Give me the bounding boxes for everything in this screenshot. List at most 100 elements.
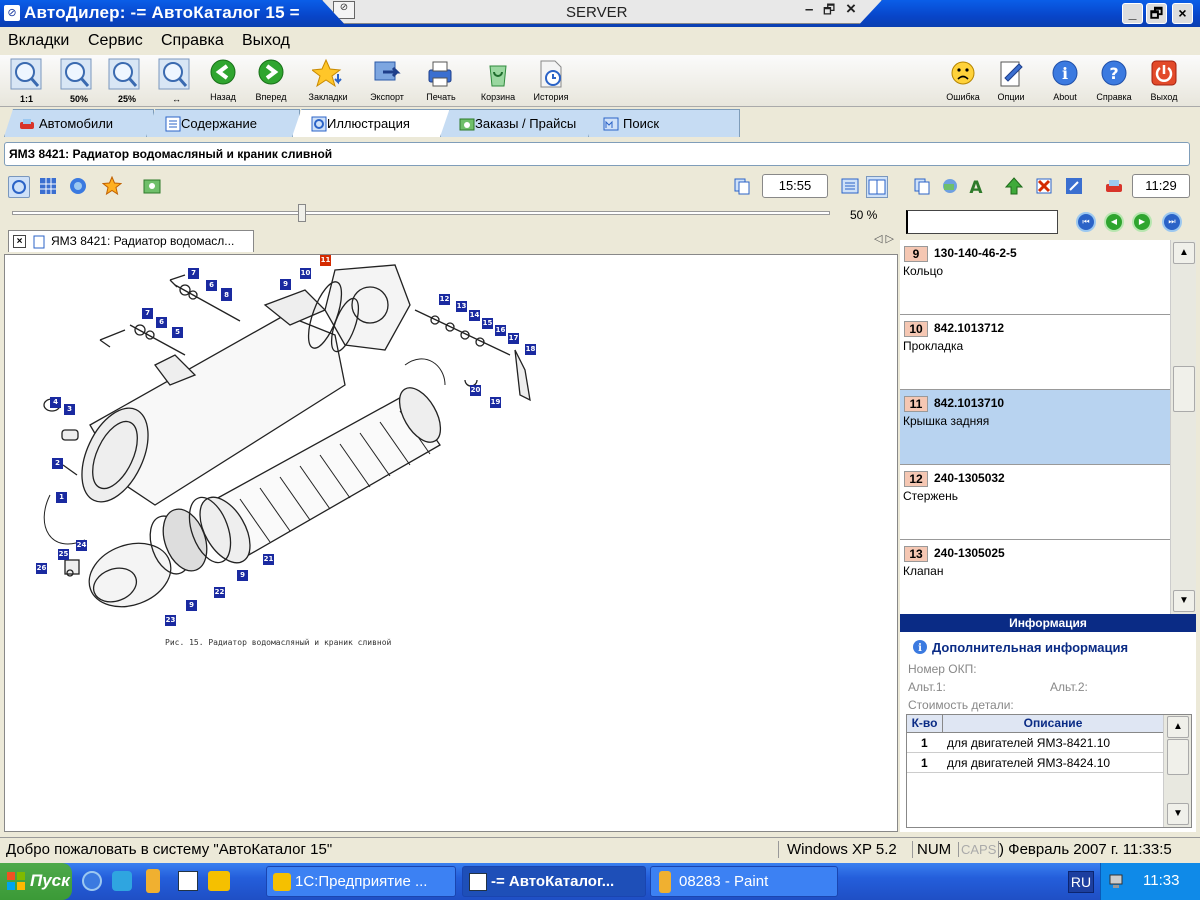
callout-11[interactable]: 11 [320,255,331,266]
callout-5a[interactable]: 5 [172,327,183,338]
prev-record-button[interactable]: ◀ [1104,212,1124,232]
callout-20[interactable]: 20 [470,385,481,396]
language-indicator[interactable]: RU [1068,871,1094,893]
quicklaunch-1c-icon[interactable] [208,871,230,891]
edit-part-button[interactable] [1064,176,1086,198]
tab-illustration[interactable]: Иллюстрация [292,109,450,137]
parts-list-scrollbar[interactable]: ▲ ▼ [1170,240,1196,614]
task-1c[interactable]: 1С:Предприятие ... [266,866,456,897]
view-mode-button[interactable] [8,176,30,198]
callout-13[interactable]: 13 [456,301,467,312]
callout-2[interactable]: 2 [52,458,63,469]
task-autocatalog[interactable]: -= АвтоКаталог... [462,866,646,897]
callout-7a[interactable]: 7 [142,308,153,319]
table-scrollbar[interactable]: ▲ ▼ [1163,715,1191,827]
doc-tab-scroll-arrows[interactable]: ◁ ▷ [874,232,894,245]
table-row[interactable]: 1 для двигателей ЯМЗ-8424.10 [907,753,1163,773]
menu-tabs[interactable]: Вкладки [8,32,69,50]
table-scroll-down-button[interactable]: ▼ [1167,803,1189,825]
zoom-fit-width-button[interactable]: ↔ [154,58,194,104]
list-item[interactable]: 12 240-1305032 Стержень [900,465,1170,540]
tab-search[interactable]: Поиск [588,109,740,137]
restore-button[interactable]: 🗗 [1146,3,1167,24]
callout-16[interactable]: 16 [495,325,506,336]
callout-9c[interactable]: 9 [186,600,197,611]
callout-23[interactable]: 23 [165,615,176,626]
options-button[interactable]: Опции [990,58,1032,104]
first-record-button[interactable]: ⏮ [1076,212,1096,232]
menu-service[interactable]: Сервис [88,32,143,50]
last-record-button[interactable]: ⏭ [1162,212,1182,232]
list-item[interactable]: 9 130-140-46-2-5 Кольцо [900,240,1170,315]
zoom-50-button[interactable]: 50% [56,58,96,104]
callout-21[interactable]: 21 [263,554,274,565]
tab-orders-prices[interactable]: Заказы / Прайсы [440,109,600,137]
callout-18[interactable]: 18 [525,344,536,355]
pin-icon[interactable]: ⊘ [333,1,355,19]
text-part-button[interactable]: A [966,176,988,198]
table-scroll-thumb[interactable] [1167,739,1189,775]
callout-19[interactable]: 19 [490,397,501,408]
doc-tab[interactable]: × ЯМЗ 8421: Радиатор водомасл... [8,230,254,252]
callout-14[interactable]: 14 [469,310,480,321]
menu-exit[interactable]: Выход [242,32,290,50]
copy-part-button[interactable] [912,176,934,198]
callout-24[interactable]: 24 [76,540,87,551]
callout-9a[interactable]: 9 [280,279,291,290]
quicklaunch-ie-icon[interactable] [82,871,102,891]
callout-6b[interactable]: 6 [206,280,217,291]
globe-part-button[interactable] [940,176,962,198]
callout-15[interactable]: 15 [482,318,493,329]
callout-3[interactable]: 3 [64,404,75,415]
bookmarks-button[interactable]: Закладки [303,58,353,104]
rdp-restore-button[interactable]: 🗗 [823,1,835,23]
tab-cars[interactable]: Автомобили [4,109,154,137]
quicklaunch-browser-icon[interactable] [112,871,132,891]
help-button[interactable]: ? Справка [1092,58,1136,104]
illustration-viewer[interactable]: Рис. 15. Радиатор водомасляный и краник … [4,254,898,832]
part-search-input[interactable] [906,210,1058,234]
list-item-selected[interactable]: 11 842.1013710 Крышка задняя [900,390,1170,465]
network-tray-icon[interactable] [1107,871,1127,891]
globe-button[interactable] [68,176,90,198]
quicklaunch-paint-icon[interactable] [146,869,160,893]
col-header-qty[interactable]: К-во [907,715,943,733]
callout-12[interactable]: 12 [439,294,450,305]
scroll-thumb[interactable] [1173,366,1195,412]
parts-list[interactable]: 9 130-140-46-2-5 Кольцо 10 842.1013712 П… [900,240,1170,614]
tab-contents[interactable]: Содержание [146,109,300,137]
list-item[interactable]: 10 842.1013712 Прокладка [900,315,1170,390]
list-item[interactable]: 13 240-1305025 Клапан [900,540,1170,614]
start-button[interactable]: Пуск [0,863,72,900]
about-button[interactable]: i About [1044,58,1086,104]
next-record-button[interactable]: ▶ [1132,212,1152,232]
car-part-button[interactable] [1104,176,1126,198]
up-part-button[interactable] [1004,176,1026,198]
delete-part-button[interactable] [1034,176,1056,198]
print-button[interactable]: Печать [419,58,463,104]
callout-4[interactable]: 4 [50,397,61,408]
scroll-up-button[interactable]: ▲ [1173,242,1195,264]
zoom-slider[interactable] [12,204,830,222]
callout-9b[interactable]: 9 [237,570,248,581]
callout-22[interactable]: 22 [214,587,225,598]
table-scroll-up-button[interactable]: ▲ [1167,716,1189,738]
rdp-minimize-button[interactable]: – [805,1,813,18]
callout-10[interactable]: 10 [300,268,311,279]
callout-25[interactable]: 25 [58,549,69,560]
error-button[interactable]: Ошибка [942,58,984,104]
copy-button[interactable] [732,176,754,198]
quicklaunch-autocatalog-icon[interactable] [178,871,198,891]
callout-17[interactable]: 17 [508,333,519,344]
doc-tab-close-button[interactable]: × [13,235,26,248]
menu-help[interactable]: Справка [161,32,224,50]
export-button[interactable]: Экспорт [365,58,409,104]
history-button[interactable]: История [528,58,574,104]
exit-button[interactable]: Выход [1144,58,1184,104]
cart-button[interactable]: Корзина [475,58,521,104]
favorite-button[interactable] [101,175,124,198]
callout-6a[interactable]: 6 [156,317,167,328]
zoom-1-1-button[interactable]: 1:1 [6,58,46,104]
minimize-button[interactable]: _ [1122,3,1143,24]
table-row[interactable]: 1 для двигателей ЯМЗ-8421.10 [907,733,1163,753]
